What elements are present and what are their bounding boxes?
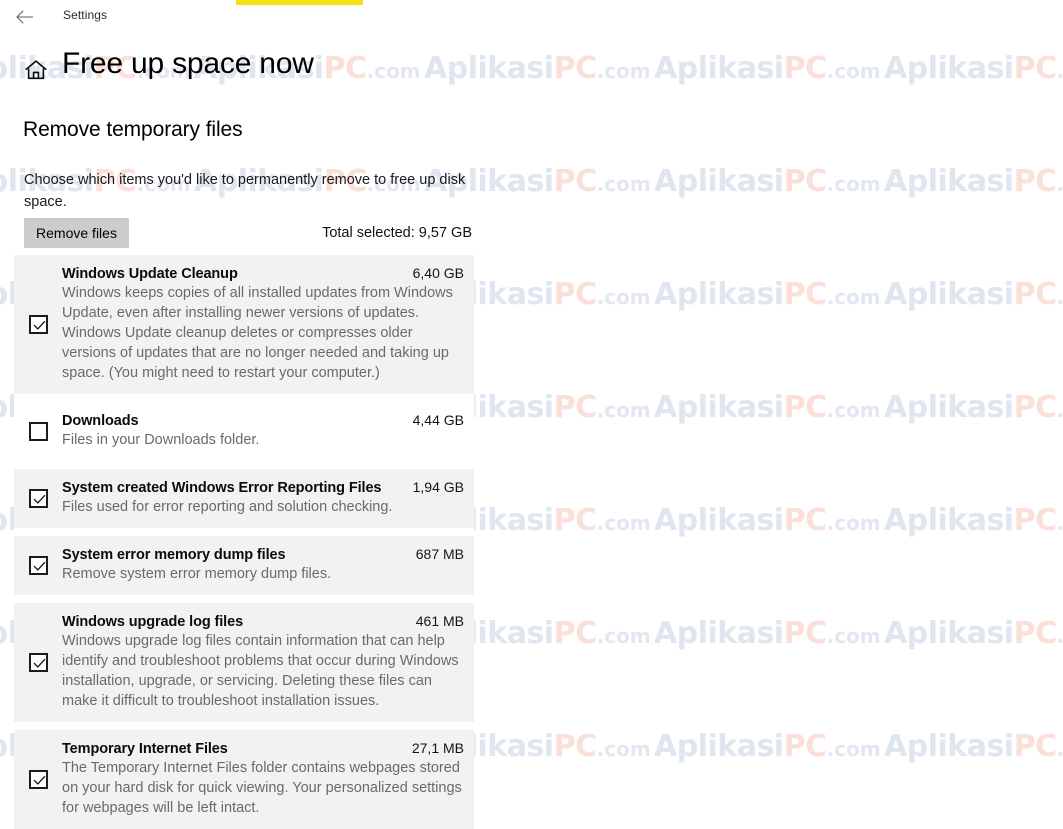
watermark-text: AplikasiPC.com — [884, 164, 1063, 199]
file-list-item[interactable]: Windows Update Cleanup 6,40 GB Windows kee… — [14, 255, 474, 394]
total-selected-label: Total selected: 9,57 GB — [322, 225, 472, 241]
file-item-name: System created Windows Error Reporting F… — [62, 480, 382, 496]
file-item-header: System error memory dump files 687 MB — [62, 546, 464, 563]
checkbox-checked-icon[interactable] — [28, 556, 48, 575]
file-list-item[interactable]: System error memory dump files 687 MB Remo… — [14, 536, 474, 595]
section-heading: Remove temporary files — [23, 118, 243, 141]
file-list-item[interactable]: Temporary Internet Files 27,1 MB The Tempo… — [14, 730, 474, 829]
file-item-description: Remove system error memory dump files. — [62, 566, 332, 582]
watermark-text: AplikasiPC.com — [654, 729, 881, 764]
file-item-description: The Temporary Internet Files folder cont… — [62, 760, 462, 816]
file-item-header: System created Windows Error Reporting F… — [62, 479, 464, 496]
window-title: Settings — [63, 8, 108, 22]
file-item-body: Downloads 4,44 GB Files in your Downloads … — [62, 402, 474, 461]
yellow-highlight-bar — [236, 0, 363, 5]
file-item-size: 687 MB — [415, 546, 464, 562]
checkbox-checked-icon[interactable] — [28, 489, 48, 508]
file-item-size: 4,44 GB — [412, 412, 464, 428]
watermark-text: AplikasiPC.com — [654, 277, 881, 312]
file-item-size: 27,1 MB — [411, 740, 464, 756]
page-header: Free up space now — [0, 47, 1063, 96]
file-item-name: Downloads — [62, 413, 139, 429]
checkbox-checked-icon[interactable] — [28, 770, 48, 789]
file-list-item[interactable]: Downloads 4,44 GB Files in your Downloads … — [14, 402, 474, 461]
checkbox-cell[interactable] — [14, 556, 62, 575]
file-item-name: System error memory dump files — [62, 547, 286, 563]
file-item-size: 6,40 GB — [412, 265, 464, 281]
file-item-body: System error memory dump files 687 MB Remo… — [62, 536, 474, 595]
temporary-files-list: Windows Update Cleanup 6,40 GB Windows kee… — [14, 255, 474, 829]
checkbox-cell[interactable] — [14, 770, 62, 789]
watermark-text: AplikasiPC.com — [884, 390, 1063, 425]
back-button[interactable] — [8, 4, 42, 30]
file-item-name: Windows upgrade log files — [62, 614, 244, 630]
home-icon[interactable] — [24, 58, 48, 82]
file-item-description: Files used for error reporting and solut… — [62, 499, 393, 515]
file-item-header: Downloads 4,44 GB — [62, 412, 464, 429]
file-item-size: 461 MB — [415, 613, 464, 629]
file-item-body: Windows Update Cleanup 6,40 GB Windows kee… — [62, 255, 474, 394]
checkbox-cell[interactable] — [14, 315, 62, 334]
checkbox-checked-icon[interactable] — [28, 315, 48, 334]
file-item-name: Temporary Internet Files — [62, 741, 228, 757]
checkbox-checked-icon[interactable] — [28, 653, 48, 672]
file-item-description: Windows keeps copies of all installed up… — [62, 285, 453, 381]
file-item-body: System created Windows Error Reporting F… — [62, 469, 474, 528]
checkbox-unchecked-icon[interactable] — [28, 422, 48, 441]
watermark-text: AplikasiPC.com — [884, 503, 1063, 538]
checkbox-cell[interactable] — [14, 422, 62, 441]
file-item-description: Windows upgrade log files contain inform… — [62, 633, 459, 709]
file-item-size: 1,94 GB — [412, 479, 464, 495]
checkbox-cell[interactable] — [14, 489, 62, 508]
file-list-item[interactable]: System created Windows Error Reporting F… — [14, 469, 474, 528]
file-item-body: Temporary Internet Files 27,1 MB The Tempo… — [62, 730, 474, 829]
watermark-text: AplikasiPC.com — [884, 729, 1063, 764]
watermark-text: AplikasiPC.com — [884, 616, 1063, 651]
watermark-text: AplikasiPC.com — [884, 277, 1063, 312]
list-divider — [14, 394, 474, 402]
settings-titlebar: Settings — [0, 0, 1063, 34]
checkbox-cell[interactable] — [14, 653, 62, 672]
watermark-text: AplikasiPC.com — [654, 616, 881, 651]
file-item-body: Windows upgrade log files 461 MB Windows u… — [62, 603, 474, 722]
file-item-header: Temporary Internet Files 27,1 MB — [62, 740, 464, 757]
list-divider — [14, 722, 474, 730]
list-divider — [14, 528, 474, 536]
list-divider — [14, 461, 474, 469]
section-description: Choose which items you'd like to permane… — [24, 172, 466, 210]
file-item-header: Windows upgrade log files 461 MB — [62, 613, 464, 630]
file-item-description: Files in your Downloads folder. — [62, 432, 260, 448]
list-divider — [14, 595, 474, 603]
file-item-header: Windows Update Cleanup 6,40 GB — [62, 265, 464, 282]
watermark-text: AplikasiPC.com — [654, 164, 881, 199]
watermark-text: AplikasiPC.com — [654, 390, 881, 425]
watermark-text: AplikasiPC.com — [654, 503, 881, 538]
page-title: Free up space now — [62, 47, 314, 80]
file-item-name: Windows Update Cleanup — [62, 266, 238, 282]
file-list-item[interactable]: Windows upgrade log files 461 MB Windows u… — [14, 603, 474, 722]
back-arrow-icon — [16, 10, 34, 24]
